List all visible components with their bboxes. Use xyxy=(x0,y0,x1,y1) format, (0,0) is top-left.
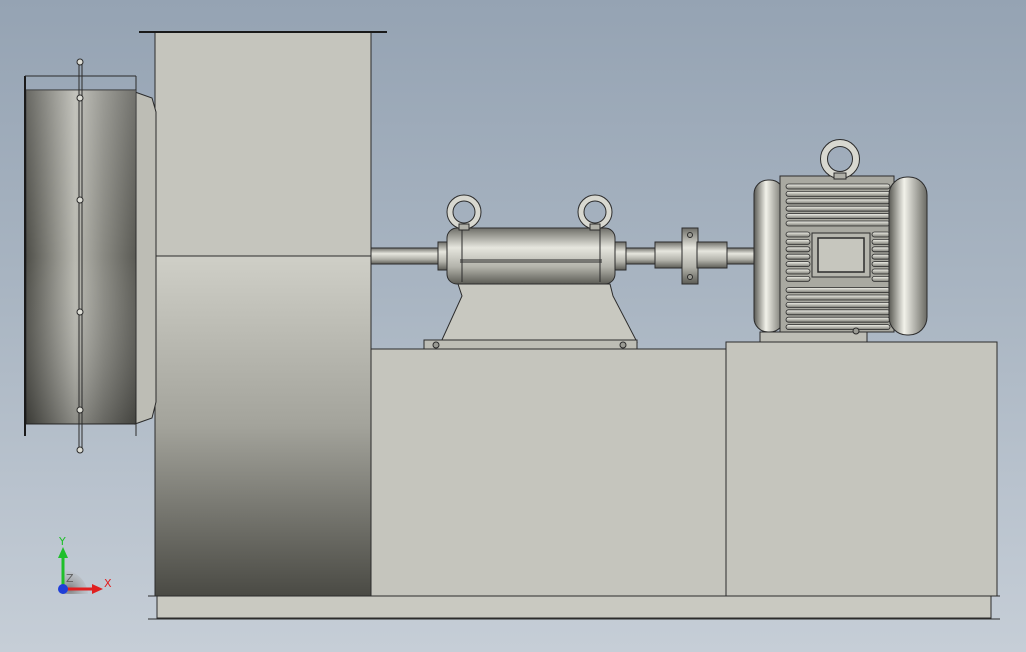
x-axis-arrowhead xyxy=(92,584,103,594)
motor-fin xyxy=(785,316,891,323)
motor-base-block[interactable] xyxy=(725,341,998,597)
motor-fin xyxy=(871,231,891,238)
motor-fin xyxy=(871,238,891,245)
motor-fin xyxy=(871,268,891,275)
motor-fin xyxy=(785,231,811,238)
motor-fin xyxy=(871,261,891,268)
motor-fin xyxy=(785,213,891,220)
motor-fin xyxy=(785,190,891,197)
motor-fin xyxy=(785,261,811,268)
motor-fin xyxy=(785,198,891,205)
motor[interactable] xyxy=(753,139,928,343)
motor-fin xyxy=(871,253,891,260)
motor-fin xyxy=(785,246,811,253)
motor-fin xyxy=(785,324,891,331)
bearing-base-block[interactable] xyxy=(370,348,727,597)
motor-fin xyxy=(785,294,891,301)
bearing-pedestal[interactable] xyxy=(423,194,638,350)
z-axis-label: Z xyxy=(66,572,74,585)
motor-fin xyxy=(785,309,891,316)
motor-fin xyxy=(785,301,891,308)
fan-assembly-model[interactable]: Y X Z xyxy=(0,0,1026,652)
inlet-flange[interactable] xyxy=(24,58,157,454)
motor-fin xyxy=(785,253,811,260)
motor-fin xyxy=(785,238,811,245)
motor-fin xyxy=(785,205,891,212)
cad-graphics-viewport[interactable]: Y X Z xyxy=(0,0,1026,652)
y-axis-arrowhead xyxy=(58,547,68,558)
motor-fin xyxy=(785,220,891,227)
motor-fin xyxy=(785,275,811,282)
x-axis-label: X xyxy=(104,577,112,590)
motor-fin xyxy=(785,268,811,275)
motor-fin xyxy=(871,246,891,253)
motor-fin xyxy=(785,287,891,294)
z-axis-dot xyxy=(58,584,68,594)
y-axis-label: Y xyxy=(58,535,66,548)
motor-fin xyxy=(871,275,891,282)
base-frame[interactable] xyxy=(148,595,1000,620)
motor-fin xyxy=(785,183,891,190)
coupling[interactable] xyxy=(654,227,728,285)
fan-housing[interactable] xyxy=(139,31,387,597)
coordinate-triad: Y X Z xyxy=(58,535,112,594)
